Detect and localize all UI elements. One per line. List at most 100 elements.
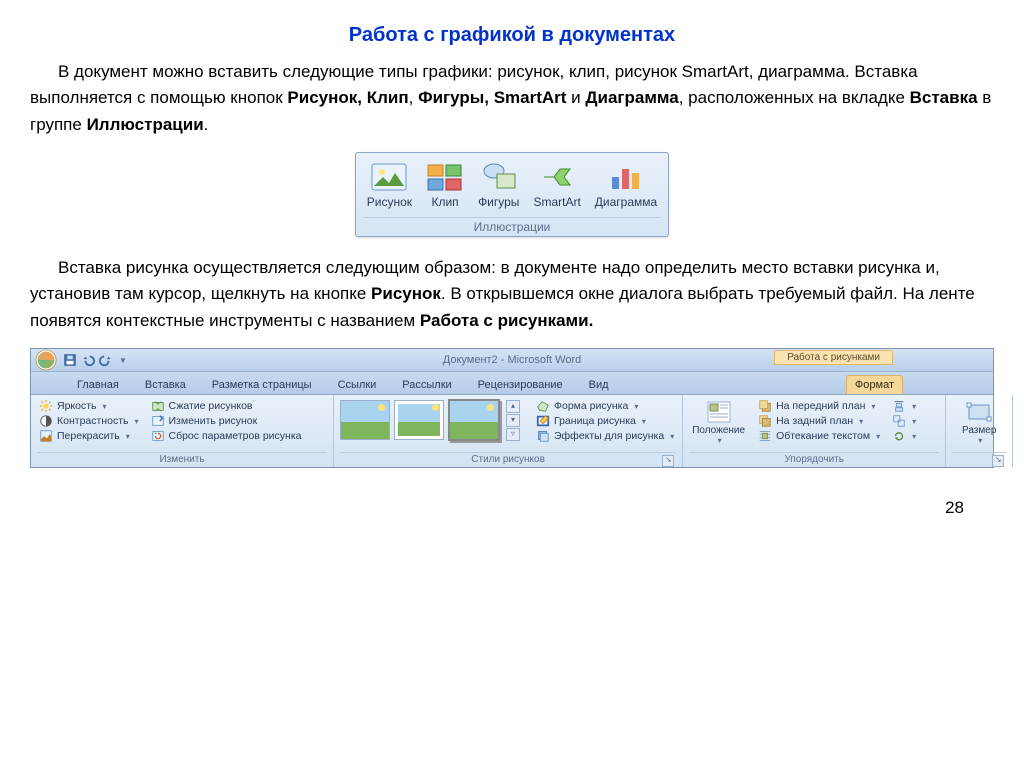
gallery-up-icon[interactable]: ▴	[506, 400, 520, 413]
rotate-button[interactable]: ▾	[890, 429, 918, 443]
tab-view[interactable]: Вид	[581, 376, 617, 394]
undo-icon[interactable]	[81, 353, 95, 367]
compress-button[interactable]: Сжатие рисунков	[149, 399, 304, 413]
ribbon-tabs: Главная Вставка Разметка страницы Ссылки…	[31, 372, 993, 395]
label: Яркость	[57, 400, 97, 412]
bold-shapes-smartart: Фигуры, SmartArt	[418, 88, 566, 107]
tab-format[interactable]: Формат	[846, 375, 903, 394]
label: Форма рисунка	[554, 400, 628, 412]
send-back-button[interactable]: На задний план▾	[756, 414, 882, 428]
bring-front-icon	[758, 399, 772, 413]
picture-button[interactable]: Рисунок	[364, 159, 415, 211]
size-icon	[965, 399, 993, 425]
redo-icon[interactable]	[99, 353, 113, 367]
style-thumb-1[interactable]	[340, 400, 390, 440]
label: Фигуры	[478, 195, 519, 209]
reset-icon	[151, 429, 165, 443]
page-title: Работа с графикой в документах	[30, 24, 994, 47]
text: ,	[409, 88, 418, 107]
recolor-icon	[39, 429, 53, 443]
bold-illustrations: Иллюстрации	[87, 115, 204, 134]
label: Изменить рисунок	[169, 415, 258, 427]
text: и	[566, 88, 585, 107]
quick-access-toolbar: ▼	[63, 353, 127, 367]
label: Сброс параметров рисунка	[169, 430, 302, 442]
wrap-icon	[758, 429, 772, 443]
tab-mailings[interactable]: Рассылки	[394, 376, 459, 394]
label: SmartArt	[533, 195, 580, 209]
group-caption: Стили рисунков↘	[340, 452, 676, 467]
align-button[interactable]: ▾	[890, 399, 918, 413]
dialog-launcher-icon[interactable]: ↘	[992, 455, 1004, 467]
clip-button[interactable]: Клип	[423, 159, 467, 211]
effects-icon	[536, 429, 550, 443]
border-icon	[536, 414, 550, 428]
group-caption: Упорядочить	[689, 452, 939, 467]
contrast-button[interactable]: Контрастность▾	[37, 414, 141, 428]
tab-references[interactable]: Ссылки	[330, 376, 385, 394]
gallery-more-icon[interactable]: ▿	[506, 428, 520, 441]
page-number: 28	[30, 498, 964, 518]
office-button[interactable]	[35, 349, 57, 371]
tab-page-layout[interactable]: Разметка страницы	[204, 376, 320, 394]
send-back-icon	[758, 414, 772, 428]
paragraph-2: Вставка рисунка осуществляется следующим…	[30, 255, 994, 334]
bold-picture-clip: Рисунок, Клип	[287, 88, 408, 107]
tab-review[interactable]: Рецензирование	[470, 376, 571, 394]
brightness-icon	[39, 399, 53, 413]
illustrations-ribbon-group: Рисунок Клип Фигуры SmartArt Диаграмма И…	[355, 152, 669, 237]
label: Рисунок	[367, 195, 412, 209]
bold-picture: Рисунок	[371, 284, 441, 303]
text-wrap-button[interactable]: Обтекание текстом▾	[756, 429, 882, 443]
label: На задний план	[776, 415, 853, 427]
smartart-icon	[538, 161, 576, 193]
tab-home[interactable]: Главная	[69, 376, 127, 394]
shape-icon	[536, 399, 550, 413]
bring-front-button[interactable]: На передний план▾	[756, 399, 882, 413]
label: Перекрасить	[57, 430, 120, 442]
bold-insert-tab: Вставка	[910, 88, 978, 107]
recolor-button[interactable]: Перекрасить▾	[37, 429, 141, 443]
position-icon	[705, 399, 733, 425]
shapes-icon	[480, 161, 518, 193]
smartart-button[interactable]: SmartArt	[530, 159, 583, 211]
picture-icon	[370, 161, 408, 193]
label: Контрастность	[57, 415, 128, 427]
label: Размер	[962, 425, 996, 436]
brightness-button[interactable]: Яркость▾	[37, 399, 141, 413]
save-icon[interactable]	[63, 353, 77, 367]
style-thumb-2[interactable]	[394, 400, 444, 440]
paragraph-1: В документ можно вставить следующие типы…	[30, 59, 994, 138]
group-caption: ↘	[952, 452, 1006, 467]
align-icon	[892, 399, 906, 413]
picture-border-button[interactable]: Граница рисунка▾	[534, 414, 676, 428]
qat-dropdown-icon[interactable]: ▼	[119, 356, 127, 365]
ribbon: Яркость▾ Контрастность▾ Перекрасить▾ Сжа…	[31, 395, 993, 467]
bold-chart: Диаграмма	[585, 88, 678, 107]
group-caption: Иллюстрации	[364, 217, 660, 234]
dialog-launcher-icon[interactable]: ↘	[662, 455, 674, 467]
picture-shape-button[interactable]: Форма рисунка▾	[534, 399, 676, 413]
size-button[interactable]: Размер▾	[959, 399, 999, 445]
label: Диаграмма	[595, 195, 657, 209]
group-arrange: Положение▾ На передний план▾ На задний п…	[683, 395, 946, 467]
label: Клип	[431, 195, 458, 209]
reset-picture-button[interactable]: Сброс параметров рисунка	[149, 429, 304, 443]
title-bar: ▼ Документ2 - Microsoft Word Работа с ри…	[31, 349, 993, 372]
label: Сжатие рисунков	[169, 400, 253, 412]
gallery-down-icon[interactable]: ▾	[506, 414, 520, 427]
label: На передний план	[776, 400, 865, 412]
shapes-button[interactable]: Фигуры	[475, 159, 522, 211]
text: .	[204, 115, 209, 134]
bold-picture-tools: Работа с рисунками.	[420, 311, 593, 330]
label: Граница рисунка	[554, 415, 636, 427]
group-button[interactable]: ▾	[890, 414, 918, 428]
tab-insert[interactable]: Вставка	[137, 376, 194, 394]
change-picture-icon	[151, 414, 165, 428]
style-thumb-3[interactable]	[448, 399, 500, 441]
position-button[interactable]: Положение▾	[689, 399, 748, 445]
chart-button[interactable]: Диаграмма	[592, 159, 660, 211]
group-caption: Изменить	[37, 452, 327, 467]
picture-effects-button[interactable]: Эффекты для рисунка▾	[534, 429, 676, 443]
change-picture-button[interactable]: Изменить рисунок	[149, 414, 304, 428]
